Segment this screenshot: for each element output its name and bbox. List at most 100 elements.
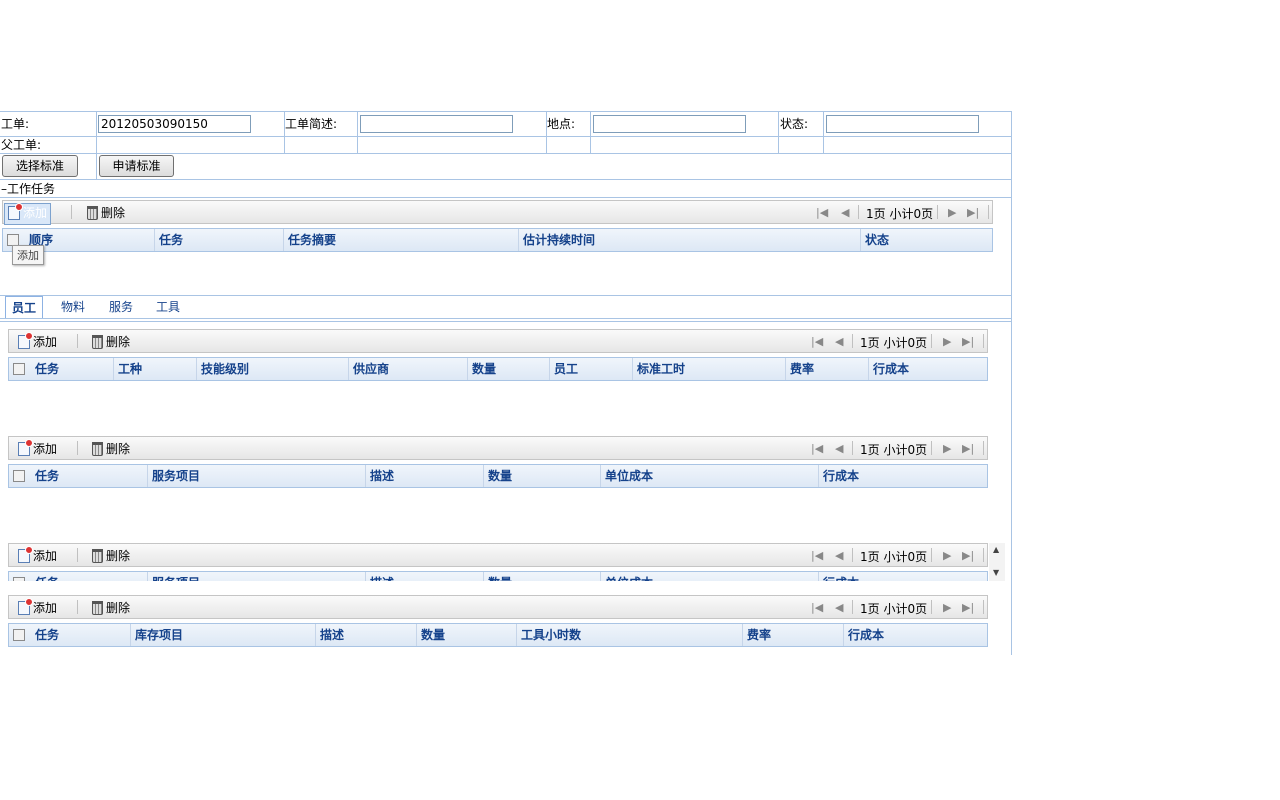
- service-grid-2-viewport[interactable]: 添加 删除 |◀ ◀ 1页 小计0页 ▶ ▶| 任务 服务项目 描述 数量 单位…: [8, 543, 1005, 581]
- tool-toolbar: 添加 删除 |◀ ◀ 1页 小计0页 ▶ ▶|: [8, 595, 988, 619]
- tasks-add-button[interactable]: 添加: [4, 203, 52, 225]
- prev-page-icon[interactable]: ◀: [835, 440, 843, 458]
- tasks-col-header[interactable]: 估计持续时间: [519, 229, 861, 251]
- apply-standard-button[interactable]: 申请标准: [99, 155, 174, 177]
- labor-col-header[interactable]: 行成本: [869, 358, 987, 380]
- description-input[interactable]: [360, 115, 513, 133]
- labor-col-header[interactable]: 数量: [468, 358, 550, 380]
- vertical-scrollbar[interactable]: ▲ ▼: [989, 543, 1005, 581]
- last-page-icon[interactable]: ▶|: [962, 333, 974, 351]
- labor-add-button[interactable]: 添加: [18, 332, 58, 351]
- last-page-icon[interactable]: ▶|: [967, 204, 979, 222]
- service2-delete-button[interactable]: 删除: [92, 547, 130, 565]
- labor-col-header[interactable]: 技能级别: [197, 358, 349, 380]
- toolbar-separator: [852, 441, 853, 455]
- service-col-header[interactable]: 任务: [31, 465, 148, 487]
- tasks-delete-button[interactable]: 删除: [87, 204, 125, 222]
- service-col-header[interactable]: 描述: [366, 465, 484, 487]
- tool-delete-label: 删除: [106, 601, 131, 615]
- prev-page-icon[interactable]: ◀: [841, 204, 849, 222]
- tool-col-header[interactable]: 工具小时数: [517, 624, 743, 646]
- tasks-col-header[interactable]: 状态: [861, 229, 992, 251]
- service-col-header[interactable]: 数量: [484, 465, 601, 487]
- last-page-icon[interactable]: ▶|: [962, 599, 974, 617]
- form-row-divider: [0, 197, 1012, 198]
- tab-labor[interactable]: 员工: [5, 296, 44, 319]
- service2-col-header[interactable]: 数量: [484, 572, 601, 581]
- next-page-icon[interactable]: ▶: [948, 204, 956, 222]
- first-page-icon[interactable]: |◀: [811, 333, 823, 351]
- scroll-up-arrow-icon[interactable]: ▲: [993, 545, 999, 554]
- tasks-section-title-text: 工作任务: [7, 182, 56, 196]
- location-input[interactable]: [593, 115, 746, 133]
- next-page-icon[interactable]: ▶: [943, 599, 951, 617]
- tasks-section-title[interactable]: –工作任务: [1, 182, 55, 196]
- first-page-icon[interactable]: |◀: [811, 440, 823, 458]
- service-delete-button[interactable]: 删除: [92, 440, 130, 458]
- labor-col-header[interactable]: 工种: [114, 358, 197, 380]
- tool-col-header[interactable]: 数量: [417, 624, 517, 646]
- labor-delete-button[interactable]: 删除: [92, 333, 130, 351]
- status-input[interactable]: [826, 115, 979, 133]
- labor-grid-header: 任务 工种 技能级别 供应商 数量 员工 标准工时 费率 行成本: [8, 357, 988, 381]
- select-all-checkbox[interactable]: [13, 629, 25, 641]
- tool-col-header[interactable]: 库存项目: [131, 624, 316, 646]
- labor-add-label: 添加: [33, 335, 58, 349]
- service2-col-header[interactable]: 行成本: [819, 572, 987, 581]
- labor-col-header[interactable]: 供应商: [349, 358, 468, 380]
- tab-tool[interactable]: 工具: [150, 296, 186, 318]
- prev-page-icon[interactable]: ◀: [835, 547, 843, 565]
- next-page-icon[interactable]: ▶: [943, 547, 951, 565]
- tool-col-header[interactable]: 行成本: [844, 624, 987, 646]
- service-page-info: 1页 小计0页: [860, 443, 928, 457]
- tasks-col-header[interactable]: 任务: [155, 229, 284, 251]
- tool-col-header[interactable]: 描述: [316, 624, 417, 646]
- service-delete-label: 删除: [106, 442, 131, 456]
- tab-material[interactable]: 物料: [55, 296, 91, 318]
- tab-service[interactable]: 服务: [103, 296, 139, 318]
- select-standard-button[interactable]: 选择标准: [2, 155, 78, 177]
- form-top-border: [0, 111, 1012, 112]
- service-toolbar: 添加 删除 |◀ ◀ 1页 小计0页 ▶ ▶|: [8, 436, 988, 460]
- labor-col-header[interactable]: 任务: [31, 358, 114, 380]
- last-page-icon[interactable]: ▶|: [962, 440, 974, 458]
- service2-col-header[interactable]: 服务项目: [148, 572, 366, 581]
- service-col-header[interactable]: 单位成本: [601, 465, 819, 487]
- tasks-col-header[interactable]: 顺序: [25, 229, 155, 251]
- service-add-button[interactable]: 添加: [18, 439, 57, 458]
- select-all-checkbox[interactable]: [13, 363, 25, 375]
- tool-col-header[interactable]: 任务: [31, 624, 131, 646]
- select-all-checkbox[interactable]: [13, 470, 25, 482]
- next-page-icon[interactable]: ▶: [943, 333, 951, 351]
- scroll-down-arrow-icon[interactable]: ▼: [993, 568, 999, 577]
- labor-col-header[interactable]: 标准工时: [633, 358, 786, 380]
- tool-delete-button[interactable]: 删除: [92, 599, 130, 617]
- description-label: 工单简述:: [285, 117, 338, 131]
- labor-col-header[interactable]: 员工: [550, 358, 633, 380]
- tasks-col-header[interactable]: 任务摘要: [284, 229, 519, 251]
- first-page-icon[interactable]: |◀: [816, 204, 828, 222]
- first-page-icon[interactable]: |◀: [811, 599, 823, 617]
- prev-page-icon[interactable]: ◀: [835, 333, 843, 351]
- workorder-input[interactable]: [98, 115, 251, 133]
- select-all-checkbox[interactable]: [13, 577, 25, 581]
- tool-add-button[interactable]: 添加: [18, 598, 57, 617]
- form-col-divider: [823, 111, 824, 153]
- service2-col-header[interactable]: 任务: [31, 572, 148, 581]
- first-page-icon[interactable]: |◀: [811, 547, 823, 565]
- prev-page-icon[interactable]: ◀: [835, 599, 843, 617]
- service-col-header[interactable]: 服务项目: [148, 465, 366, 487]
- last-page-icon[interactable]: ▶|: [962, 547, 974, 565]
- tool-col-header[interactable]: 费率: [743, 624, 844, 646]
- labor-toolbar: 添加 删除 |◀ ◀ 1页 小计0页 ▶ ▶|: [8, 329, 988, 353]
- service-col-header[interactable]: 行成本: [819, 465, 987, 487]
- service2-add-button[interactable]: 添加: [18, 546, 57, 565]
- labor-delete-label: 删除: [106, 335, 131, 349]
- service2-col-header[interactable]: 单位成本: [601, 572, 819, 581]
- next-page-icon[interactable]: ▶: [943, 440, 951, 458]
- labor-col-header[interactable]: 费率: [786, 358, 869, 380]
- toolbar-separator: [77, 600, 78, 614]
- toolbar-separator: [983, 441, 984, 455]
- service2-col-header[interactable]: 描述: [366, 572, 484, 581]
- add-icon: [8, 203, 23, 220]
